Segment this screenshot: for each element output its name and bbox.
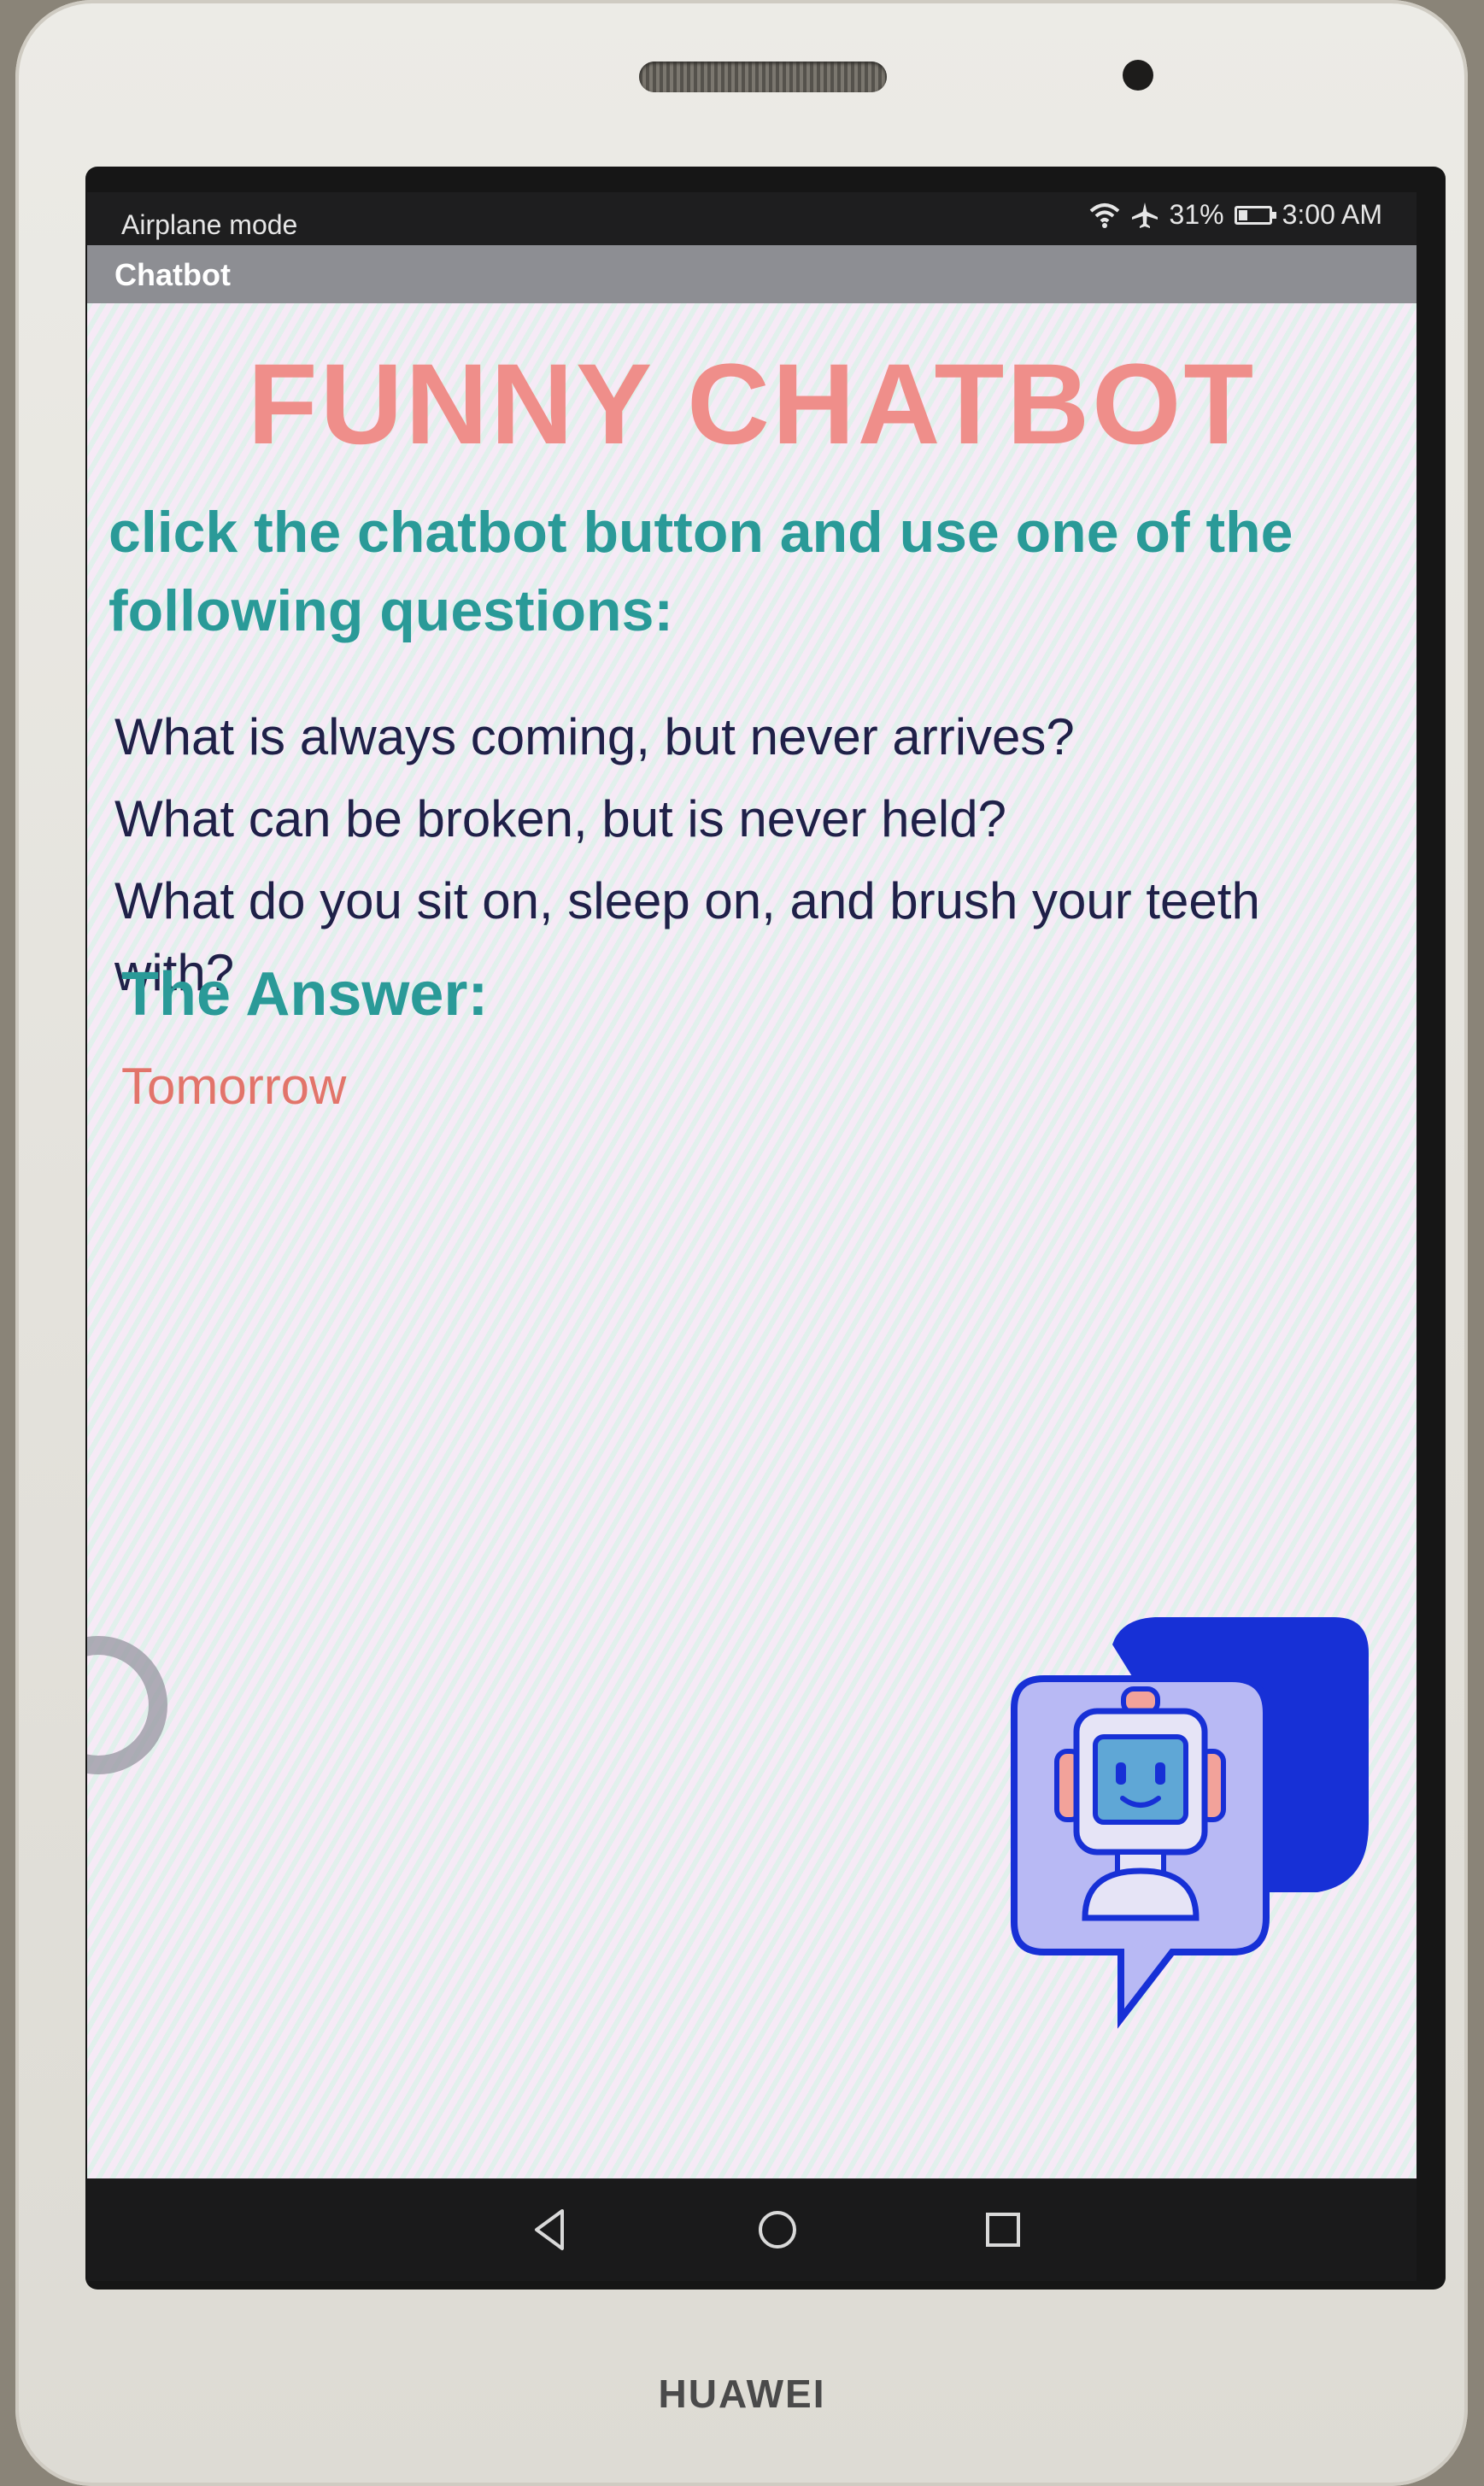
front-camera (1123, 60, 1153, 91)
back-icon[interactable] (525, 2204, 576, 2255)
robot-chat-icon (1011, 1617, 1369, 2029)
airplane-mode-label: Airplane mode (121, 209, 298, 240)
app-bar-title: Chatbot (114, 257, 231, 292)
screen: Airplane mode 31% 3:00 AM Chatbot FUNNY … (87, 192, 1417, 2281)
earpiece-speaker (639, 62, 887, 92)
battery-percent: 31% (1169, 199, 1224, 230)
clock-time: 3:00 AM (1282, 199, 1382, 230)
battery-icon (1234, 205, 1276, 225)
question-item: What can be broken, but is never held? (114, 790, 1006, 847)
floating-assistant-ring[interactable] (87, 1636, 167, 1774)
status-icons: 31% 3:00 AM (1089, 199, 1382, 231)
main-content: FUNNY CHATBOT click the chatbot button a… (87, 303, 1417, 2178)
app-bar: Chatbot (87, 245, 1417, 303)
page-title: FUNNY CHATBOT (247, 341, 1257, 468)
navigation-bar (87, 2178, 1417, 2281)
airplane-icon (1131, 202, 1158, 228)
wifi-icon (1089, 202, 1119, 228)
device-brand-logo: HUAWEI (658, 2372, 826, 2416)
chatbot-button[interactable] (1010, 1610, 1386, 2055)
status-bar: Airplane mode 31% 3:00 AM (87, 192, 1417, 245)
question-item: What is always coming, but never arrives… (114, 708, 1075, 765)
answer-heading: The Answer: (121, 960, 489, 1029)
instruction-text: click the chatbot button and use one of … (109, 500, 1293, 643)
recents-icon[interactable] (977, 2204, 1029, 2255)
answer-text: Tomorrow (121, 1058, 347, 1115)
home-icon[interactable] (752, 2204, 803, 2255)
